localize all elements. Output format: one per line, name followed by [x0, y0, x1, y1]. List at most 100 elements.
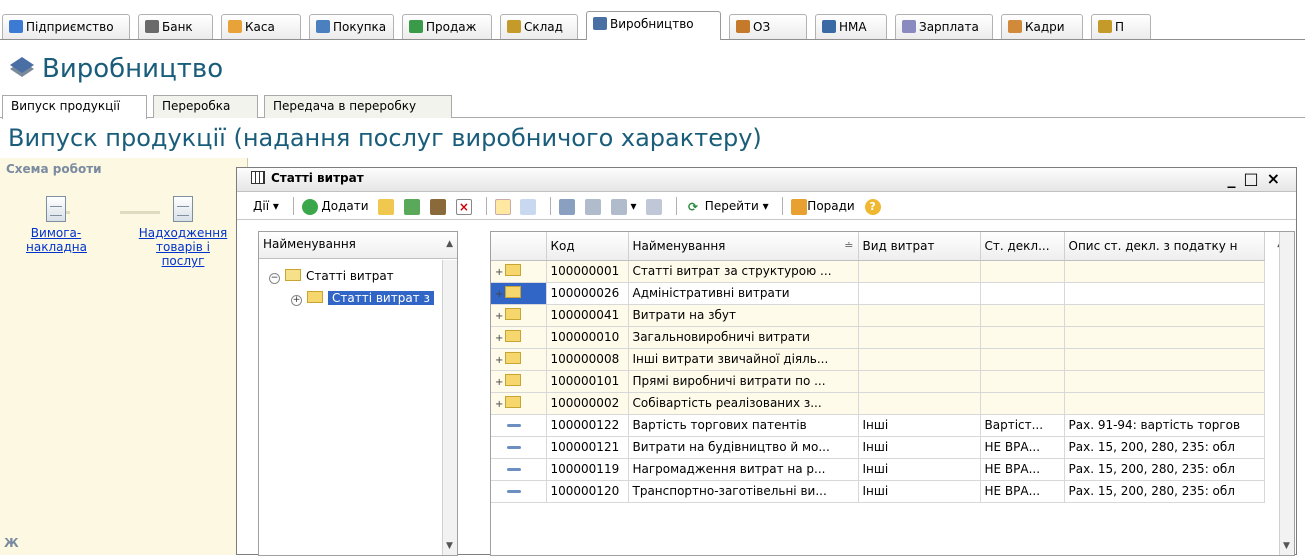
cell-type: Інші [858, 458, 981, 481]
scheme-title: Схема роботи [6, 162, 102, 176]
cell-name: Загальновиробничі витрати [628, 326, 859, 349]
table-row[interactable]: 100000119 Нагромадження витрат на р... Інш… [491, 458, 1265, 481]
subtabs: Випуск продукції Переробка Передача в пе… [0, 95, 1305, 119]
expand-icon[interactable]: + [291, 295, 302, 306]
maximize-icon[interactable]: □ [1243, 169, 1266, 188]
subtab-output[interactable]: Випуск продукції [2, 95, 147, 119]
column-desc[interactable]: Опис ст. декл. з податку н▲ [1064, 232, 1284, 261]
tab-label: ОЗ [753, 20, 771, 34]
table-row[interactable]: +100000041 Витрати на збут [491, 304, 1265, 327]
enterprise-icon [9, 20, 23, 33]
scheme-item-receipt[interactable]: Надходження товарів і послуг [128, 196, 238, 268]
tab-9[interactable]: Зарплата [895, 14, 993, 39]
cell-type [858, 282, 981, 305]
folder-icon [505, 352, 522, 364]
cell-code: 100000119 [546, 458, 629, 481]
cell-name: Прямі виробничі витрати по ... [628, 370, 859, 393]
scheme-item-requisition[interactable]: Вимога- накладна [26, 196, 87, 254]
table-row[interactable]: +100000026 Адміністративні витрати [491, 282, 1265, 305]
item-icon [507, 490, 521, 493]
tab-4[interactable]: Продаж [402, 14, 492, 39]
cell-name: Інші витрати звичайної діяль... [628, 348, 859, 371]
column-name[interactable]: Найменування ≐ [628, 232, 859, 261]
tab-7[interactable]: ОЗ [729, 14, 807, 39]
tab-label: НМА [839, 20, 867, 34]
tab-2[interactable]: Каса [221, 14, 301, 39]
add-button[interactable]: Додати [301, 196, 369, 216]
tab-11[interactable]: П [1091, 14, 1151, 39]
tab-3[interactable]: Покупка [309, 14, 394, 39]
tree-view-button[interactable] [494, 196, 511, 216]
catalog-icon [251, 171, 265, 184]
level-up-button[interactable] [520, 196, 537, 216]
cell-desc [1064, 304, 1265, 327]
cell-desc [1064, 348, 1265, 371]
tree-item-selected[interactable]: + Статті витрат з [291, 288, 434, 308]
clear-filter-icon [646, 198, 663, 215]
hints-button[interactable]: Поради [791, 196, 855, 216]
scroll-down-icon[interactable]: ▼ [1283, 541, 1290, 551]
filter-history-button[interactable]: ▾ [610, 196, 636, 216]
table-row[interactable]: +100000101 Прямі виробничі витрати по ... [491, 370, 1265, 393]
table-row[interactable]: 100000122 Вартість торгових патентів Інші В… [491, 414, 1265, 437]
salary-icon [902, 20, 916, 33]
cell-name: Транспортно-заготівельні ви... [628, 480, 859, 503]
scroll-down-icon[interactable]: ▼ [446, 541, 453, 551]
tab-0[interactable]: Підприємство [2, 14, 130, 39]
add-group-button[interactable] [378, 196, 395, 216]
column-decl[interactable]: Ст. декл... [980, 232, 1065, 261]
tree-header[interactable]: Найменування ▲ [259, 232, 457, 259]
cell-decl: НЕ ВРА... [980, 458, 1065, 481]
table-row[interactable]: +100000001 Статті витрат за структурою ..… [491, 260, 1265, 283]
close-icon[interactable]: × [1267, 169, 1288, 188]
table-row[interactable]: +100000008 Інші витрати звичайної діяль..… [491, 348, 1265, 371]
collapse-icon[interactable]: − [269, 273, 280, 284]
tree-scrollbar[interactable]: ▼ [442, 260, 457, 555]
cell-desc [1064, 326, 1265, 349]
clear-filter-button[interactable] [646, 196, 663, 216]
window-titlebar[interactable]: Статті витрат _□× [237, 168, 1296, 192]
table-row[interactable]: +100000002 Собівартість реалізованих з... [491, 392, 1265, 415]
help-button[interactable]: ? [864, 196, 881, 216]
tree-root[interactable]: − Статті витрат [269, 266, 394, 286]
subtab-processing[interactable]: Переробка [153, 95, 258, 118]
cell-name: Вартість торгових патентів [628, 414, 859, 437]
tree-icon [494, 198, 511, 215]
tab-label: Зарплата [919, 20, 979, 34]
folder-icon [505, 374, 522, 386]
filter-button[interactable] [558, 196, 575, 216]
cell-decl [980, 282, 1065, 305]
table-row[interactable]: 100000121 Витрати на будівництво й мо... І… [491, 436, 1265, 459]
cell-desc [1064, 392, 1265, 415]
table-scrollbar[interactable]: ▼ [1279, 232, 1294, 555]
column-icon[interactable] [491, 232, 547, 261]
page-title: Виробництво [8, 54, 223, 84]
help-icon: ? [864, 198, 881, 215]
tab-label: Покупка [333, 20, 387, 34]
actions-menu-button[interactable]: Дії ▾ [253, 196, 279, 216]
tab-8[interactable]: НМА [815, 14, 887, 39]
tab-1[interactable]: Банк [138, 14, 213, 39]
cell-name: Витрати на збут [628, 304, 859, 327]
subtab-transfer[interactable]: Передача в переробку [264, 95, 452, 118]
edit-button[interactable] [430, 196, 447, 216]
delete-button[interactable]: × [455, 196, 472, 216]
tab-10[interactable]: Кадри [1001, 14, 1083, 39]
cell-desc: Рах. 15, 200, 280, 235: обл [1064, 436, 1265, 459]
table-row[interactable]: +100000010 Загальновиробничі витрати [491, 326, 1265, 349]
tab-5[interactable]: Склад [500, 14, 578, 39]
folder-icon [505, 264, 522, 276]
bank-icon [145, 20, 159, 33]
cell-code: 100000002 [546, 392, 629, 415]
goto-button[interactable]: ⟳ Перейти ▾ [685, 196, 769, 216]
tab-label: Банк [162, 20, 193, 34]
minimize-icon[interactable]: _ [1227, 169, 1243, 188]
tab-6[interactable]: Виробництво [586, 11, 721, 40]
column-code[interactable]: Код [546, 232, 629, 261]
column-cost-type[interactable]: Вид витрат [858, 232, 981, 261]
table-row[interactable]: 100000120 Транспортно-заготівельні ви... І… [491, 480, 1265, 503]
tab-label: П [1115, 20, 1125, 34]
cell-desc: Рах. 15, 200, 280, 235: обл [1064, 458, 1265, 481]
copy-button[interactable] [404, 196, 421, 216]
filter-value-button[interactable] [584, 196, 601, 216]
